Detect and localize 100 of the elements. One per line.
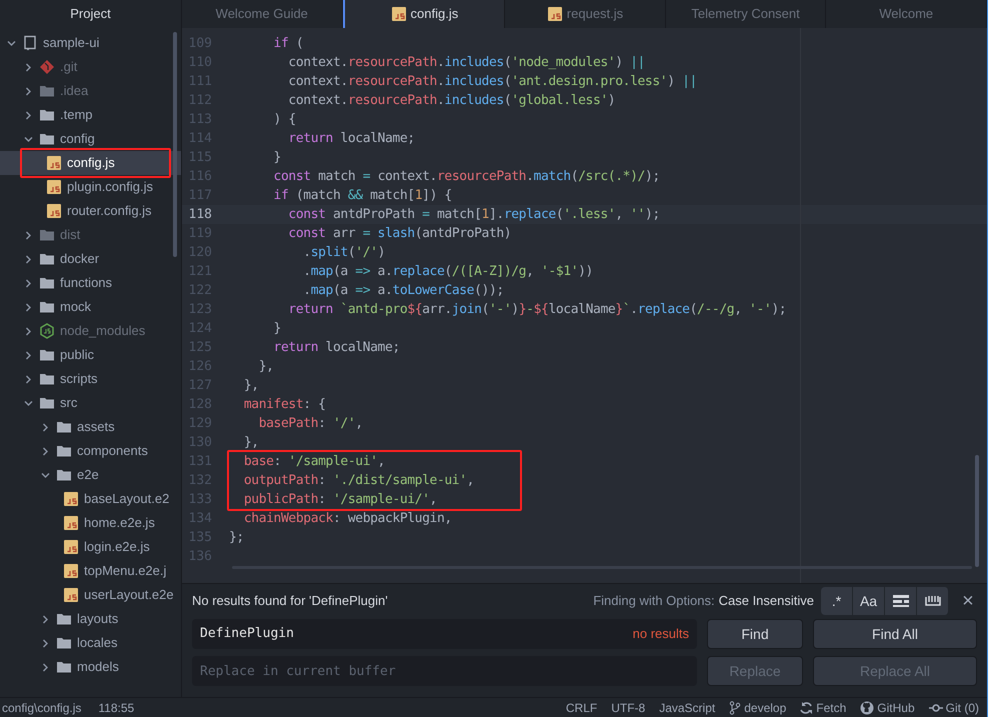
tree-item[interactable]: docker xyxy=(0,247,181,271)
tree-item[interactable]: login.e2e.js xyxy=(0,535,181,559)
js-file-icon xyxy=(390,6,407,22)
js-file-icon xyxy=(546,6,563,22)
code-line: } xyxy=(272,320,281,338)
find-panel-button[interactable]: Find All xyxy=(813,619,977,649)
js-file-icon xyxy=(63,491,79,507)
find-message: No results found for 'DefinePlugin' xyxy=(192,592,388,610)
code-line: const antdProPath = match[1].replace('.less', ''); xyxy=(287,206,660,224)
code-line: }; xyxy=(229,528,244,547)
tree-item[interactable]: scripts xyxy=(0,367,181,391)
status-item[interactable]: develop xyxy=(729,698,786,716)
diamond-icon xyxy=(39,59,55,75)
code-line: context.resourcePath.includes('global.less') xyxy=(287,92,616,110)
tree-item[interactable]: plugin.config.js xyxy=(0,175,181,199)
tree-item[interactable]: .temp xyxy=(0,103,181,127)
tree-item[interactable]: mock xyxy=(0,295,181,319)
code-line: basePath: '/', xyxy=(258,414,363,433)
tree-item[interactable]: .idea xyxy=(0,79,181,103)
option-button[interactable] xyxy=(885,587,917,615)
tree-item[interactable]: router.config.js xyxy=(0,199,181,223)
tree-item[interactable]: dist xyxy=(0,223,181,247)
js-file-icon xyxy=(46,203,62,219)
tree-item[interactable]: functions xyxy=(0,271,181,295)
tree-item[interactable]: topMenu.e2e.j xyxy=(0,559,181,583)
js-file-icon xyxy=(63,563,79,579)
tree-item[interactable]: src xyxy=(0,391,181,415)
sync-icon xyxy=(800,700,814,714)
folder-icon xyxy=(56,467,72,483)
tree-item[interactable]: node_modules xyxy=(0,319,181,343)
option-button[interactable]: .* xyxy=(821,587,853,615)
folder-icon xyxy=(39,299,55,315)
scrollbar-thumb[interactable] xyxy=(975,455,979,567)
code-line: chainWebpack: webpackPlugin, xyxy=(242,510,452,528)
tree-item[interactable]: assets xyxy=(0,415,181,439)
code-line: } xyxy=(272,148,281,167)
folder-icon xyxy=(56,419,72,435)
cursor-position[interactable]: 118:55 xyxy=(98,698,134,716)
status-item[interactable]: GitHub xyxy=(860,698,915,716)
code-line: context.resourcePath.includes('node_modules') || xyxy=(287,54,645,72)
tree-item[interactable]: sample-ui xyxy=(0,31,181,55)
tree-item[interactable]: public xyxy=(0,343,181,367)
find-field[interactable]: DefinePlugin no results xyxy=(192,619,697,649)
find-panel-button[interactable]: Find xyxy=(707,619,803,649)
code-line: .map(a => a.toLowerCase()); xyxy=(302,282,504,300)
tree-item[interactable]: locales xyxy=(0,631,181,655)
code-line: }, xyxy=(242,434,259,452)
tree-item[interactable]: models xyxy=(0,655,181,679)
tree-item[interactable]: .git xyxy=(0,55,181,79)
file-path[interactable]: config\config.js xyxy=(2,698,82,716)
book-icon xyxy=(22,35,38,51)
folder-icon xyxy=(39,371,55,387)
code-line: base: '/sample-ui', xyxy=(242,452,385,471)
folder-icon xyxy=(39,395,55,411)
scrollbar-thumb[interactable] xyxy=(173,32,177,257)
tree-item[interactable]: layouts xyxy=(0,607,181,631)
tree-item[interactable]: e2e xyxy=(0,463,181,487)
js-file-icon xyxy=(63,539,79,555)
code-line: outputPath: './dist/sample-ui', xyxy=(242,472,474,490)
status-item[interactable]: JavaScript xyxy=(659,698,716,716)
panel-title: Project xyxy=(69,5,112,24)
code-line: return `antd-pro${arr.join('-')}-${localName}`.replace(/--/g, '-'); xyxy=(287,300,786,319)
option-button[interactable]: Aa xyxy=(853,587,885,615)
code-line: if ( xyxy=(272,34,304,53)
js-file-icon xyxy=(63,587,79,603)
find-status: no results xyxy=(632,625,689,644)
folder-icon xyxy=(39,131,55,147)
code-line: const match = context.resourcePath.match(/src(.*)/); xyxy=(272,168,660,186)
code-line: const arr = slash(antdProPath) xyxy=(287,224,512,243)
tree-item[interactable]: config xyxy=(0,127,181,151)
status-item[interactable]: Fetch xyxy=(800,698,846,716)
lines-icon xyxy=(892,594,908,608)
option-button[interactable] xyxy=(917,587,949,615)
close-button[interactable]: × xyxy=(959,591,977,611)
status-item[interactable]: UTF-8 xyxy=(611,698,646,716)
code-line: }, xyxy=(242,376,259,395)
folder-icon xyxy=(56,443,72,459)
code-line: manifest: { xyxy=(242,396,326,414)
code-line: if (match && match[1]) { xyxy=(272,186,452,205)
code-line: return localName; xyxy=(272,338,400,357)
js-file-icon xyxy=(46,179,62,195)
tree-item[interactable]: components xyxy=(0,439,181,463)
github-icon xyxy=(860,700,874,714)
editor-tab[interactable]: config.js xyxy=(342,0,506,28)
hexagon-icon xyxy=(39,323,55,339)
status-item[interactable]: Git (0) xyxy=(928,698,979,716)
code-line: }, xyxy=(258,358,274,376)
folder-icon xyxy=(56,659,72,675)
folder-icon xyxy=(56,611,72,627)
replace-field[interactable]: Replace in current buffer xyxy=(192,656,697,686)
code-line: .split('/') xyxy=(302,244,385,262)
options-value: Case Insensitive xyxy=(718,592,814,610)
folder-icon xyxy=(39,107,55,123)
status-item[interactable]: CRLF xyxy=(566,698,598,716)
js-file-icon xyxy=(46,155,62,171)
tree-item[interactable]: home.e2e.js xyxy=(0,511,181,535)
tree-item[interactable]: baseLayout.e2 xyxy=(0,487,181,511)
tree-item[interactable]: userLayout.e2e xyxy=(0,583,181,607)
code-line: .map(a => a.replace(/([A-Z])/g, '-$1')) xyxy=(302,262,593,281)
tree-item[interactable]: config.js xyxy=(0,151,181,175)
